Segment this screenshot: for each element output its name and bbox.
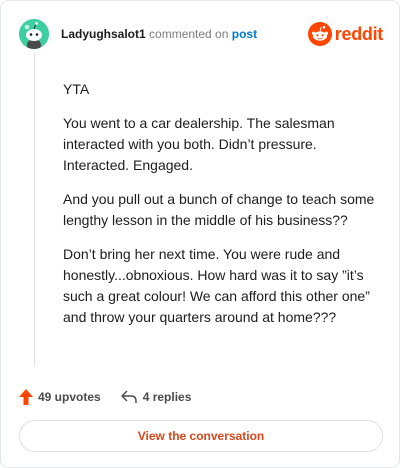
thread-line bbox=[34, 53, 35, 367]
comment-paragraph: And you pull out a bunch of change to te… bbox=[63, 191, 375, 228]
commented-on-label: commented on bbox=[149, 27, 229, 41]
reply-arrow-icon bbox=[121, 390, 137, 403]
replies[interactable]: 4 replies bbox=[121, 390, 192, 404]
comment-paragraph: You went to a car dealership. The salesm… bbox=[63, 115, 335, 173]
comment-paragraph: YTA bbox=[63, 81, 90, 97]
upvote-arrow-icon bbox=[19, 389, 33, 405]
reddit-wordmark: reddit bbox=[334, 23, 384, 44]
comment-body: YTA You went to a car dealership. The sa… bbox=[63, 79, 383, 341]
replies-count: 4 replies bbox=[142, 390, 192, 404]
upvotes[interactable]: 49 upvotes bbox=[19, 389, 101, 405]
comment-embed-card: Ladyughsalot1 commented on post reddit Y… bbox=[0, 0, 400, 468]
comment-meta: Ladyughsalot1 commented on post bbox=[61, 27, 257, 41]
reddit-logo[interactable]: reddit bbox=[307, 21, 384, 47]
upvotes-count: 49 upvotes bbox=[38, 390, 101, 404]
comment-header: Ladyughsalot1 commented on post reddit bbox=[19, 19, 383, 49]
comment-paragraph: Don’t bring her next time. You were rude… bbox=[63, 246, 370, 325]
comment-stats: 49 upvotes 4 replies bbox=[19, 387, 191, 407]
snoo-avatar-icon[interactable] bbox=[19, 19, 49, 49]
reddit-logo-icon bbox=[307, 22, 332, 46]
post-link[interactable]: post bbox=[232, 27, 257, 41]
view-conversation-button[interactable]: View the conversation bbox=[19, 420, 383, 452]
username-link[interactable]: Ladyughsalot1 bbox=[61, 27, 146, 41]
